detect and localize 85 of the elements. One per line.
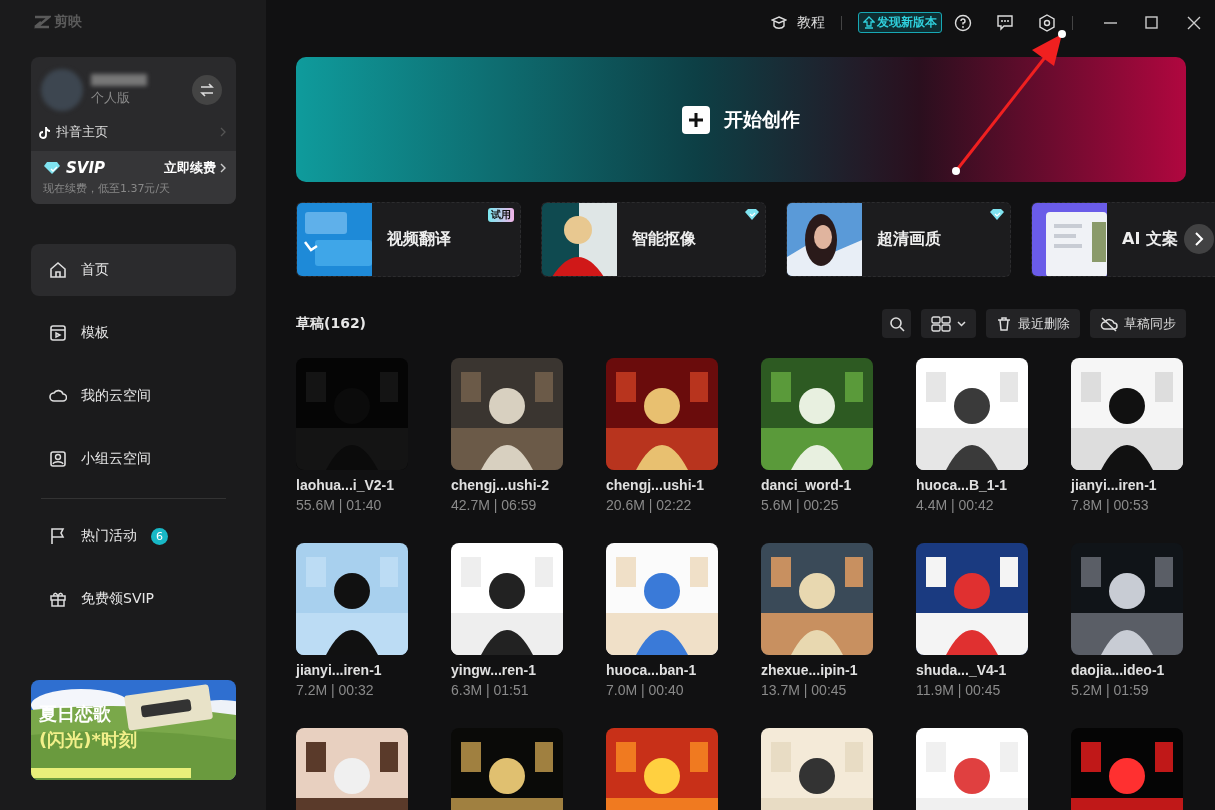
draft-title: shuda..._V4-1 [916, 662, 1007, 679]
draft-meta: 5.6M | 00:25 [761, 497, 839, 513]
plus-icon [682, 105, 710, 134]
music-note-icon [39, 125, 51, 139]
draft-meta: 5.2M | 01:59 [1071, 682, 1149, 698]
search-icon [888, 315, 905, 332]
feedback-button[interactable] [996, 13, 1014, 32]
maximize-button[interactable] [1143, 13, 1161, 32]
view-toggle-button[interactable] [921, 309, 976, 338]
draft-meta: 55.6M | 01:40 [296, 497, 382, 513]
feature-card[interactable]: 视频翻译 试用 [296, 202, 521, 277]
douyin-link[interactable]: 抖音主页 [31, 117, 236, 151]
promo-title: 夏日恋歌 [39, 702, 112, 726]
draft-meta: 13.7M | 00:45 [761, 682, 847, 698]
person-frame-icon [49, 450, 67, 468]
feature-card[interactable]: 智能抠像 [541, 202, 766, 277]
film-icon [49, 324, 67, 342]
promo-subtitle: (闪光)*时刻 [39, 728, 137, 752]
draft-meta: 20.6M | 02:22 [606, 497, 692, 513]
home-icon [49, 261, 67, 279]
draft-title: zhexue...ipin-1 [761, 662, 858, 679]
settings-icon [1038, 13, 1056, 32]
draft-title: daojia...ideo-1 [1071, 662, 1165, 679]
nav-item[interactable]: 小组云空间 [31, 433, 236, 485]
graduation-cap-icon [771, 15, 787, 30]
gift-icon [49, 590, 67, 608]
diamond-icon [43, 161, 61, 175]
nav-item[interactable]: 模板 [31, 307, 236, 359]
draft-title: laohua...i_V2-1 [296, 477, 395, 494]
help-button[interactable] [954, 13, 972, 32]
settings-button[interactable] [1038, 13, 1056, 32]
draft-meta: 4.4M | 00:42 [916, 497, 994, 513]
renew-link[interactable]: 立即续费 [164, 159, 226, 177]
recently-deleted-button[interactable]: 最近删除 [986, 309, 1080, 338]
chevron-icon [220, 163, 226, 173]
nav-item[interactable]: 我的云空间 [31, 370, 236, 422]
flag-icon [49, 527, 67, 545]
help-icon [954, 13, 972, 32]
draft-title: yingw...ren-1 [451, 662, 537, 679]
switch-account-button[interactable] [192, 75, 222, 105]
swap-icon [199, 83, 215, 97]
tutorial-button[interactable]: 教程 [771, 13, 825, 32]
cloud-icon [49, 387, 67, 405]
draft-meta: 11.9M | 00:45 [916, 682, 1001, 698]
draft-meta: 7.2M | 00:32 [296, 682, 374, 698]
draft-title: danci_word-1 [761, 477, 852, 494]
draft-sync-button[interactable]: 草稿同步 [1090, 309, 1186, 338]
renew-note: 现在续费，低至1.37元/天 [43, 181, 172, 196]
draft-title: huoca...ban-1 [606, 662, 697, 679]
minimize-icon [1103, 21, 1117, 24]
draft-meta: 6.3M | 01:51 [451, 682, 529, 698]
trial-badge: 试用 [488, 208, 514, 222]
feedback-icon [996, 13, 1014, 32]
cloud-off-icon [1100, 315, 1118, 332]
trash-icon [996, 315, 1012, 332]
draft-title: jianyi...iren-1 [296, 662, 382, 679]
blurred-username [91, 73, 147, 86]
feature-card[interactable]: AI 文案 [1031, 202, 1215, 277]
count-badge: 6 [151, 527, 168, 545]
caret-icon [957, 320, 966, 327]
feature-card[interactable]: 超清画质 [786, 202, 1011, 277]
grid-icon [931, 315, 951, 332]
upload-arrow-icon [863, 16, 875, 29]
chevron-icon [1194, 232, 1204, 246]
edition-label: 个人版 [91, 88, 131, 107]
drafts-heading: 草稿(162) [296, 314, 367, 333]
draft-title: jianyi...iren-1 [1071, 477, 1157, 494]
update-button[interactable]: 发现新版本 [858, 12, 942, 33]
logo-icon [33, 15, 51, 29]
nav-item[interactable]: 首页 [31, 244, 236, 296]
nav-item[interactable]: 热门活动 6 [31, 510, 236, 562]
draft-title: chengj...ushi-1 [606, 477, 704, 494]
draft-meta: 42.7M | 06:59 [451, 497, 537, 513]
draft-meta: 7.0M | 00:40 [606, 682, 684, 698]
next-button[interactable] [1184, 224, 1214, 254]
chevron-icon [220, 127, 226, 137]
draft-title: huoca...B_1-1 [916, 477, 1008, 494]
vip-label: SVIP [66, 159, 105, 177]
start-creating-button[interactable]: 开始创作 [296, 57, 1186, 182]
nav-item[interactable]: 免费领SVIP [31, 573, 236, 625]
app-name: 剪映 [54, 13, 82, 31]
maximize-icon [1143, 13, 1161, 32]
search-button[interactable] [882, 309, 911, 338]
draft-meta: 7.8M | 00:53 [1071, 497, 1149, 513]
draft-title: chengj...ushi-2 [451, 477, 549, 494]
